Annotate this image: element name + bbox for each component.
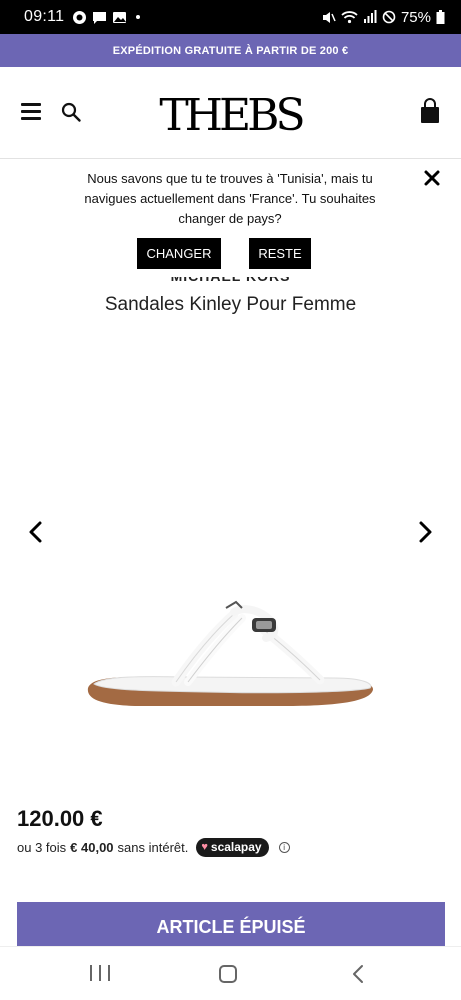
signal-icon <box>363 10 377 23</box>
country-switch-message: Nous savons que tu te trouves à 'Tunisia… <box>84 171 376 226</box>
back-icon[interactable] <box>350 963 366 985</box>
product-image[interactable] <box>84 596 378 714</box>
message-icon <box>93 11 107 24</box>
chevron-left-icon[interactable] <box>26 520 46 544</box>
info-icon[interactable]: i <box>278 841 290 853</box>
sold-out-button[interactable]: ARTICLE ÉPUISÉ <box>17 902 445 952</box>
do-not-disturb-icon <box>382 10 396 24</box>
close-icon[interactable] <box>423 169 441 187</box>
wifi-icon <box>341 11 358 24</box>
site-header: THEBS <box>0 67 461 159</box>
thebs-logo[interactable]: THEBS <box>158 89 303 137</box>
country-switch-prompt: Nous savons que tu te trouves à 'Tunisia… <box>0 159 461 277</box>
status-bar: 09:11 75% <box>0 0 461 34</box>
heart-icon: ♥ <box>201 841 208 853</box>
installment-suffix: sans intérêt. <box>117 839 189 855</box>
logo-text: THEBS <box>159 90 302 137</box>
notification-icons <box>72 10 141 25</box>
battery-icon <box>436 10 445 24</box>
shopping-bag-icon[interactable] <box>419 98 441 124</box>
free-shipping-banner: EXPÉDITION GRATUITE À PARTIR DE 200 € <box>0 34 461 67</box>
app-notification-icon <box>73 10 87 24</box>
stay-button[interactable]: RESTE <box>249 238 311 269</box>
scalapay-badge[interactable]: ♥ scalapay <box>196 837 269 857</box>
installment-info: ou 3 fois € 40,00 sans intérêt. ♥ scalap… <box>17 837 290 857</box>
status-right: 75% <box>321 9 445 26</box>
product-title: Sandales Kinley Pour Femme <box>104 294 357 315</box>
mute-icon <box>322 11 336 23</box>
installment-prefix: ou 3 fois <box>17 839 67 855</box>
chevron-right-icon[interactable] <box>415 520 435 544</box>
product-price: 120.00 € <box>17 806 103 831</box>
scalapay-label: scalapay <box>210 840 262 854</box>
system-navigation-bar <box>0 946 461 1000</box>
hamburger-menu-icon[interactable] <box>21 103 41 120</box>
search-icon[interactable] <box>60 101 82 123</box>
status-time: 09:11 <box>24 8 65 25</box>
battery-percent: 75% <box>400 8 431 26</box>
home-icon[interactable] <box>219 965 237 983</box>
free-shipping-text: EXPÉDITION GRATUITE À PARTIR DE 200 € <box>112 44 349 57</box>
change-country-button[interactable]: CHANGER <box>137 238 221 269</box>
installment-amount: € 40,00 <box>70 839 114 855</box>
recent-apps-icon[interactable] <box>90 965 110 983</box>
gallery-icon <box>113 11 127 23</box>
more-notifications-dot <box>136 15 141 19</box>
